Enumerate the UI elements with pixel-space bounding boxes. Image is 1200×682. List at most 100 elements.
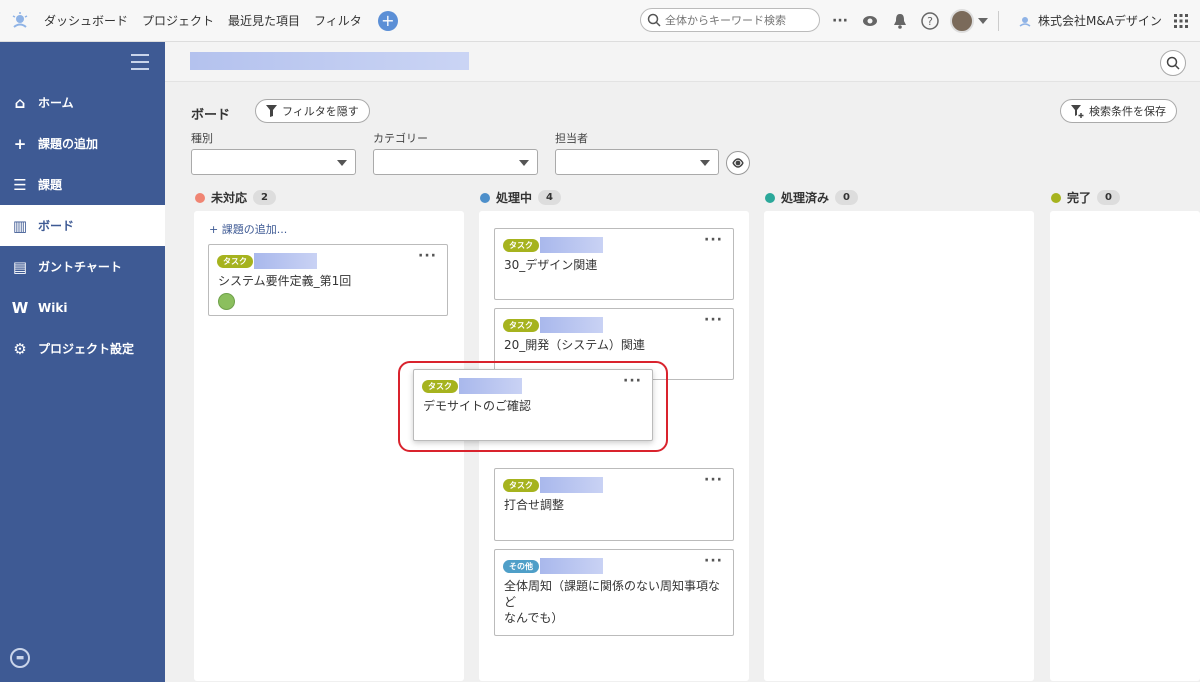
type-filter-label: 種別	[191, 132, 213, 145]
column-name: 処理中	[496, 191, 533, 205]
sidebar-item-1[interactable]: + 課題の追加	[0, 123, 165, 164]
issue-card[interactable]: タスク ··· 打合せ調整	[494, 468, 734, 541]
nav-project[interactable]: プロジェクト	[142, 12, 214, 29]
chevron-down-icon[interactable]	[978, 18, 988, 24]
add-issue-link[interactable]: + 課題の追加...	[209, 221, 287, 237]
status-dot-closed	[1051, 192, 1061, 203]
assignee-select[interactable]	[555, 149, 719, 175]
top-icons: ··· ?	[830, 9, 999, 33]
column-count: 4	[538, 190, 561, 205]
global-search[interactable]	[640, 8, 820, 32]
sidebar-item-label: ボード	[38, 219, 75, 233]
feedback-icon[interactable]: ▬	[10, 648, 30, 668]
category-select[interactable]	[373, 149, 538, 175]
list-icon: ☰	[13, 175, 27, 194]
sidebar-item-6[interactable]: ⚙ プロジェクト設定	[0, 328, 165, 369]
issue-title: 20_開発（システム）関連	[504, 338, 645, 352]
card-menu-icon[interactable]: ···	[704, 232, 723, 248]
reset-filter-button[interactable]	[726, 151, 750, 175]
issue-card[interactable]: タスク ··· 30_デザイン関連	[494, 228, 734, 300]
issue-key-redacted	[540, 558, 603, 574]
organization-switcher[interactable]: 株式会社M&Aデザイン	[1018, 12, 1162, 29]
eraser-icon	[732, 158, 744, 168]
org-logo-icon	[1019, 16, 1031, 27]
sidebar-item-label: プロジェクト設定	[38, 342, 135, 356]
plus-icon: +	[13, 134, 27, 153]
column-header-closed: 完了 0	[1051, 189, 1120, 206]
save-search-button[interactable]: 検索条件を保存	[1060, 99, 1177, 123]
nav-recent[interactable]: 最近見た項目	[228, 12, 300, 29]
chevron-down-icon	[519, 160, 529, 166]
issue-card[interactable]: タスク ··· システム要件定義_第1回	[208, 244, 448, 316]
column-count: 0	[835, 190, 858, 205]
column-count: 0	[1097, 190, 1120, 205]
app-grid-icon[interactable]	[1174, 14, 1188, 31]
column-name: 処理済み	[781, 191, 830, 205]
board-area: ボード フィルタを隠す 検索条件を保存 種別 カテゴリー 担当者 未対応 2 処…	[165, 82, 1200, 682]
bell-icon[interactable]	[890, 10, 910, 32]
sidebar-item-3[interactable]: ▥ ボード	[0, 205, 165, 246]
add-button[interactable]: +	[377, 10, 398, 31]
sidebar-item-label: ガントチャート	[38, 260, 122, 274]
column-resolved[interactable]	[764, 211, 1034, 681]
hamburger-menu-icon[interactable]	[131, 54, 149, 75]
global-nav: ダッシュボード プロジェクト 最近見た項目 フィルタ +	[44, 10, 398, 31]
user-avatar[interactable]	[950, 9, 974, 33]
card-menu-icon[interactable]: ···	[704, 312, 723, 328]
issue-type-tag: タスク	[503, 239, 539, 252]
filter-plus-icon	[1071, 104, 1084, 118]
issue-title: 全体周知（課題に関係のない周知事項など なんでも）	[504, 578, 729, 626]
help-icon[interactable]: ?	[920, 10, 940, 32]
sidebar-item-label: Wiki	[38, 300, 68, 315]
backlog-logo-icon[interactable]	[0, 0, 40, 42]
issue-title-line: なんでも）	[504, 611, 564, 625]
chevron-down-icon	[337, 160, 347, 166]
status-dot-resolved	[765, 192, 775, 203]
assignee-filter-label: 担当者	[555, 132, 588, 145]
type-select[interactable]	[191, 149, 356, 175]
issue-key-redacted	[540, 237, 603, 253]
card-menu-icon[interactable]: ···	[704, 472, 723, 488]
assignee-avatar	[218, 293, 235, 310]
category-filter-label: カテゴリー	[373, 132, 428, 145]
drag-highlight-outline	[398, 361, 668, 452]
hide-filter-button[interactable]: フィルタを隠す	[255, 99, 370, 123]
sidebar-item-0[interactable]: ⌂ ホーム	[0, 82, 165, 123]
project-header	[165, 42, 1200, 82]
issue-type-tag: タスク	[503, 479, 539, 492]
project-name-redacted[interactable]	[190, 52, 469, 70]
search-icon	[1166, 56, 1180, 70]
svg-text:?: ?	[927, 15, 933, 28]
issue-type-tag: その他	[503, 560, 539, 573]
chevron-down-icon	[700, 160, 710, 166]
sidebar-item-2[interactable]: ☰ 課題	[0, 164, 165, 205]
board-icon: ▥	[12, 216, 28, 235]
sidebar-item-5[interactable]: W Wiki	[0, 287, 165, 328]
project-search-button[interactable]	[1160, 50, 1186, 76]
plus-icon: +	[381, 10, 395, 30]
hide-filter-label: フィルタを隠す	[282, 105, 359, 118]
issue-key-redacted	[540, 317, 603, 333]
column-name: 完了	[1067, 191, 1092, 205]
search-icon	[647, 13, 661, 27]
nav-dashboard[interactable]: ダッシュボード	[44, 12, 128, 29]
sidebar: ⌂ ホーム + 課題の追加 ☰ 課題 ▥ ボード ▤ ガントチャート W Wiki ⚙ プロジェクト設定 …	[0, 42, 165, 682]
issue-type-tag: タスク	[217, 255, 253, 268]
card-menu-icon[interactable]: ···	[704, 553, 723, 569]
sidebar-item-4[interactable]: ▤ ガントチャート	[0, 246, 165, 287]
sidebar-item-label: 課題	[38, 178, 63, 192]
gear-icon: ⚙	[13, 339, 27, 358]
nav-filter[interactable]: フィルタ	[314, 12, 362, 29]
column-closed[interactable]	[1050, 211, 1200, 681]
issue-card[interactable]: その他 ··· 全体周知（課題に関係のない周知事項など なんでも）	[494, 549, 734, 636]
more-icon[interactable]: ···	[830, 10, 850, 32]
status-dot-in-progress	[480, 192, 490, 203]
issue-title: システム要件定義_第1回	[218, 274, 352, 288]
gantt-icon: ▤	[12, 257, 28, 276]
issue-title: 打合せ調整	[504, 498, 565, 512]
card-menu-icon[interactable]: ···	[418, 248, 437, 264]
global-search-input[interactable]	[665, 13, 805, 27]
issue-type-tag: タスク	[503, 319, 539, 332]
watch-icon[interactable]	[860, 10, 880, 32]
save-search-label: 検索条件を保存	[1089, 105, 1166, 118]
